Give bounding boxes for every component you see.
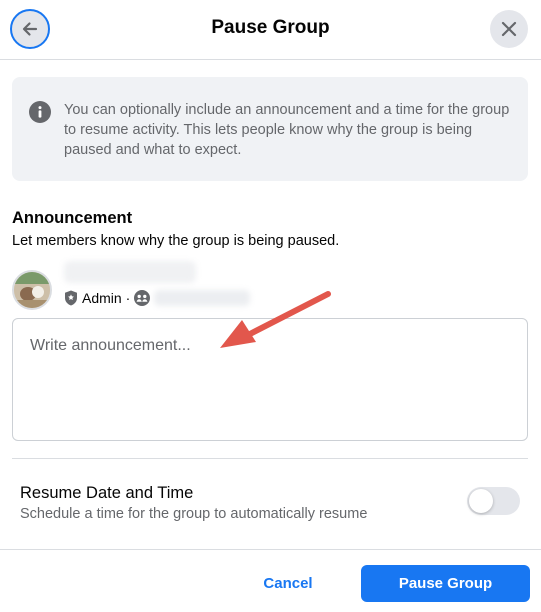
resume-subtitle: Schedule a time for the group to automat… [20, 506, 368, 522]
poster-name-redacted [64, 261, 196, 283]
pause-group-button[interactable]: Pause Group [361, 565, 530, 602]
shield-icon [65, 290, 77, 306]
section-divider [12, 458, 528, 459]
announcement-subtitle: Let members know why the group is being … [12, 233, 340, 249]
resume-toggle[interactable] [467, 487, 520, 515]
info-icon [29, 101, 51, 123]
toggle-knob [469, 489, 493, 513]
close-button[interactable] [490, 10, 528, 48]
dialog-title: Pause Group [211, 17, 330, 38]
avatar [12, 270, 52, 310]
close-icon [501, 21, 517, 37]
dialog-header: Pause Group [0, 0, 541, 60]
annotation-arrow [220, 291, 331, 348]
resume-title: Resume Date and Time [20, 484, 194, 502]
info-text: You can optionally include an announceme… [64, 102, 510, 158]
poster-role: Admin · [82, 290, 131, 306]
info-banner: You can optionally include an announceme… [12, 77, 528, 181]
announcement-heading: Announcement [12, 209, 133, 227]
group-icon [134, 290, 151, 306]
cancel-button[interactable]: Cancel [230, 565, 346, 601]
dialog-footer: Cancel Pause Group [0, 549, 541, 612]
